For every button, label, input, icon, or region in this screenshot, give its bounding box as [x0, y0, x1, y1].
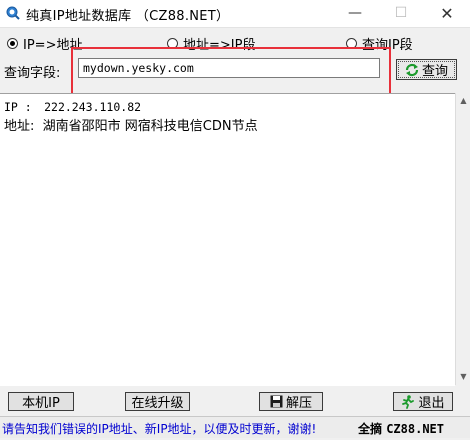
ip-label: IP :: [4, 100, 32, 114]
status-bar: 请告知我们错误的IP地址、新IP地址，以便及时更新，谢谢! 全摘 CZ88.NE…: [0, 416, 470, 438]
radio-label: IP=>地址: [23, 37, 83, 53]
brand-name: 全摘: [358, 422, 383, 436]
app-icon: [6, 6, 20, 20]
query-button[interactable]: 查询: [396, 59, 457, 80]
radio-dot: [346, 37, 357, 49]
local-ip-button[interactable]: 本机IP: [8, 392, 74, 411]
scroll-down-arrow-icon[interactable]: ▼: [456, 369, 470, 385]
local-ip-button-label: 本机IP: [22, 396, 60, 411]
query-button-label: 查询: [421, 64, 448, 79]
brand-site: CZ88.NET: [386, 422, 444, 436]
ip-value: 222.243.110.82: [44, 100, 142, 114]
online-upgrade-button-label: 在线升级: [131, 396, 184, 411]
result-scrollbar[interactable]: ▲ ▼: [455, 93, 470, 385]
exit-button-label: 退出: [418, 396, 445, 411]
minimize-button[interactable]: —: [332, 0, 378, 27]
brand-label: 全摘 CZ88.NET: [358, 420, 444, 437]
unzip-button-label: 解压: [285, 396, 312, 411]
radio-label: 查询IP段: [362, 37, 413, 53]
online-upgrade-button[interactable]: 在线升级: [125, 392, 190, 411]
result-ip-line: IP : 222.243.110.82: [4, 100, 141, 115]
unzip-button[interactable]: 解压: [259, 392, 323, 411]
radio-query-ip-range[interactable]: 查询IP段: [346, 33, 413, 53]
address-value: 湖南省邵阳市 网宿科技电信CDN节点: [42, 119, 258, 134]
radio-address-to-ip-range[interactable]: 地址=>IP段: [167, 33, 255, 53]
window-title: 纯真IP地址数据库 （CZ88.NET）: [26, 9, 230, 24]
scroll-up-arrow-icon[interactable]: ▲: [456, 93, 470, 109]
floppy-disk-icon: [270, 395, 283, 408]
maximize-button[interactable]: ☐: [378, 0, 424, 27]
result-panel[interactable]: IP : 222.243.110.82 地址: 湖南省邵阳市 网宿科技电信CDN…: [0, 93, 455, 386]
query-field-label: 查询字段:: [4, 66, 61, 81]
query-input[interactable]: mydown.yesky.com: [78, 58, 380, 78]
radio-dot-checked: [7, 37, 18, 49]
app-window: 纯真IP地址数据库 （CZ88.NET） — ☐ ✕ IP=>地址 地址=>IP…: [0, 0, 470, 440]
close-button[interactable]: ✕: [424, 0, 470, 27]
result-address-line: 地址: 湖南省邵阳市 网宿科技电信CDN节点: [4, 115, 258, 134]
feedback-link[interactable]: 请告知我们错误的IP地址、新IP地址，以便及时更新，谢谢!: [2, 420, 316, 437]
radio-dot: [167, 37, 178, 49]
title-bar: 纯真IP地址数据库 （CZ88.NET） — ☐ ✕: [0, 0, 470, 28]
mode-selector: IP=>地址 地址=>IP段 查询IP段: [0, 33, 470, 53]
running-man-icon: [402, 394, 415, 409]
radio-ip-to-address[interactable]: IP=>地址: [7, 33, 82, 53]
address-label: 地址:: [4, 119, 35, 134]
radio-label: 地址=>IP段: [183, 37, 256, 53]
refresh-icon: [405, 63, 419, 76]
exit-button[interactable]: 退出: [393, 392, 453, 411]
